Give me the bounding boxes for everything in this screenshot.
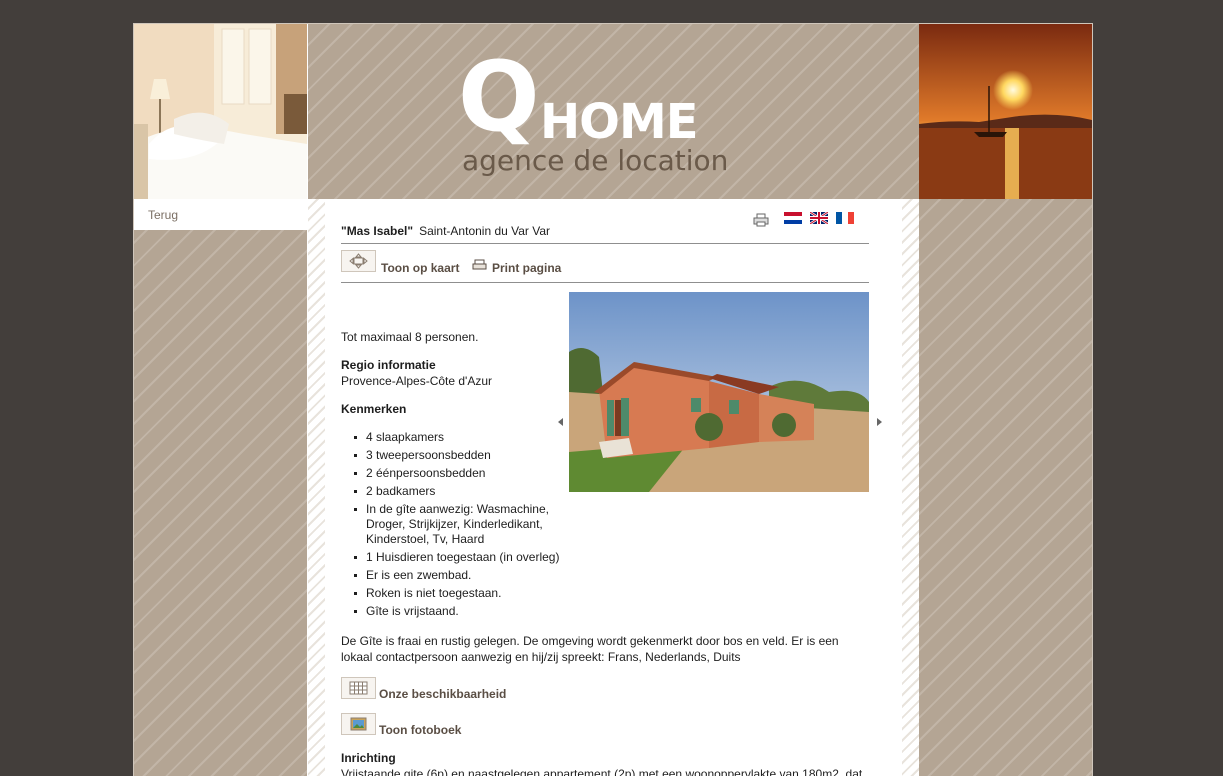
flag-fr-icon[interactable]	[836, 212, 854, 224]
move-arrows-icon	[349, 253, 368, 269]
map-button[interactable]	[341, 250, 376, 272]
house-photo	[569, 292, 869, 492]
back-bar: Terug	[134, 199, 307, 230]
list-item: Roken is niet toegestaan.	[341, 586, 571, 601]
availability-button[interactable]	[341, 677, 376, 699]
logo-home: HOME	[540, 94, 699, 150]
list-item: 1 Huisdieren toegestaan (in overleg)	[341, 550, 571, 565]
photobook-button[interactable]	[341, 713, 376, 735]
photobook-link[interactable]: Toon fotoboek	[379, 723, 461, 737]
list-item: 2 éénpersoonsbedden	[341, 466, 571, 481]
description-text: De Gîte is fraai en rustig gelegen. De o…	[341, 634, 839, 664]
photo-icon	[350, 717, 367, 731]
list-item: In de gîte aanwezig: Wasmachine, Droger,…	[341, 502, 571, 547]
calendar-icon	[349, 681, 368, 695]
qhome-logo[interactable]: Q HOME agence de location	[458, 42, 758, 182]
list-item: 4 slaapkamers	[341, 430, 571, 445]
header-logo-area: Q HOME agence de location	[308, 24, 919, 199]
right-sidebar	[919, 199, 1092, 776]
header-photo-sunset	[919, 24, 1092, 199]
bedroom-image	[134, 24, 307, 199]
left-sidebar: Terug	[134, 199, 307, 776]
availability-link[interactable]: Onze beschikbaarheid	[379, 687, 506, 701]
property-title: "Mas Isabel" Saint-Antonin du Var Var	[341, 224, 550, 238]
sunset-image	[919, 24, 1092, 199]
logo-q: Q	[458, 41, 540, 153]
divider-actions	[341, 282, 869, 283]
features-heading: Kenmerken	[341, 402, 407, 416]
inrichting-heading: Inrichting	[341, 751, 396, 765]
show-map-link[interactable]: Toon op kaart	[381, 261, 459, 275]
page-frame: Q HOME agence de location Terug "Mas Isa…	[133, 23, 1093, 776]
flag-nl-icon[interactable]	[784, 212, 802, 224]
property-name: "Mas Isabel"	[341, 224, 414, 238]
inrichting-text: Vrijstaande gite (6p) en naastgelegen ap…	[341, 767, 863, 776]
header-photo-bedroom	[134, 24, 307, 199]
main-content: "Mas Isabel" Saint-Antonin du Var Var Too…	[325, 199, 902, 776]
prev-photo-arrow-icon[interactable]	[558, 418, 563, 426]
back-link[interactable]: Terug	[148, 208, 178, 222]
capacity-text: Tot maximaal 8 personen.	[341, 330, 479, 344]
region-heading: Regio informatie	[341, 358, 436, 372]
features-list: 4 slaapkamers 3 tweepersoonsbedden 2 één…	[341, 430, 571, 622]
flag-en-icon[interactable]	[810, 212, 828, 224]
next-photo-arrow-icon[interactable]	[877, 418, 882, 426]
list-item: 2 badkamers	[341, 484, 571, 499]
print-page-link[interactable]: Print pagina	[492, 261, 561, 275]
content-border-right	[902, 199, 919, 776]
property-location: Saint-Antonin du Var Var	[419, 224, 551, 238]
divider-top	[341, 243, 869, 244]
list-item: Er is een zwembad.	[341, 568, 571, 583]
region-value: Provence-Alpes-Côte d'Azur	[341, 374, 493, 388]
logo-tagline: agence de location	[462, 144, 729, 177]
list-item: Gîte is vrijstaand.	[341, 604, 571, 619]
list-item: 3 tweepersoonsbedden	[341, 448, 571, 463]
content-border-left	[308, 199, 325, 776]
print-page-icon[interactable]	[472, 259, 487, 272]
print-icon[interactable]	[753, 213, 769, 227]
